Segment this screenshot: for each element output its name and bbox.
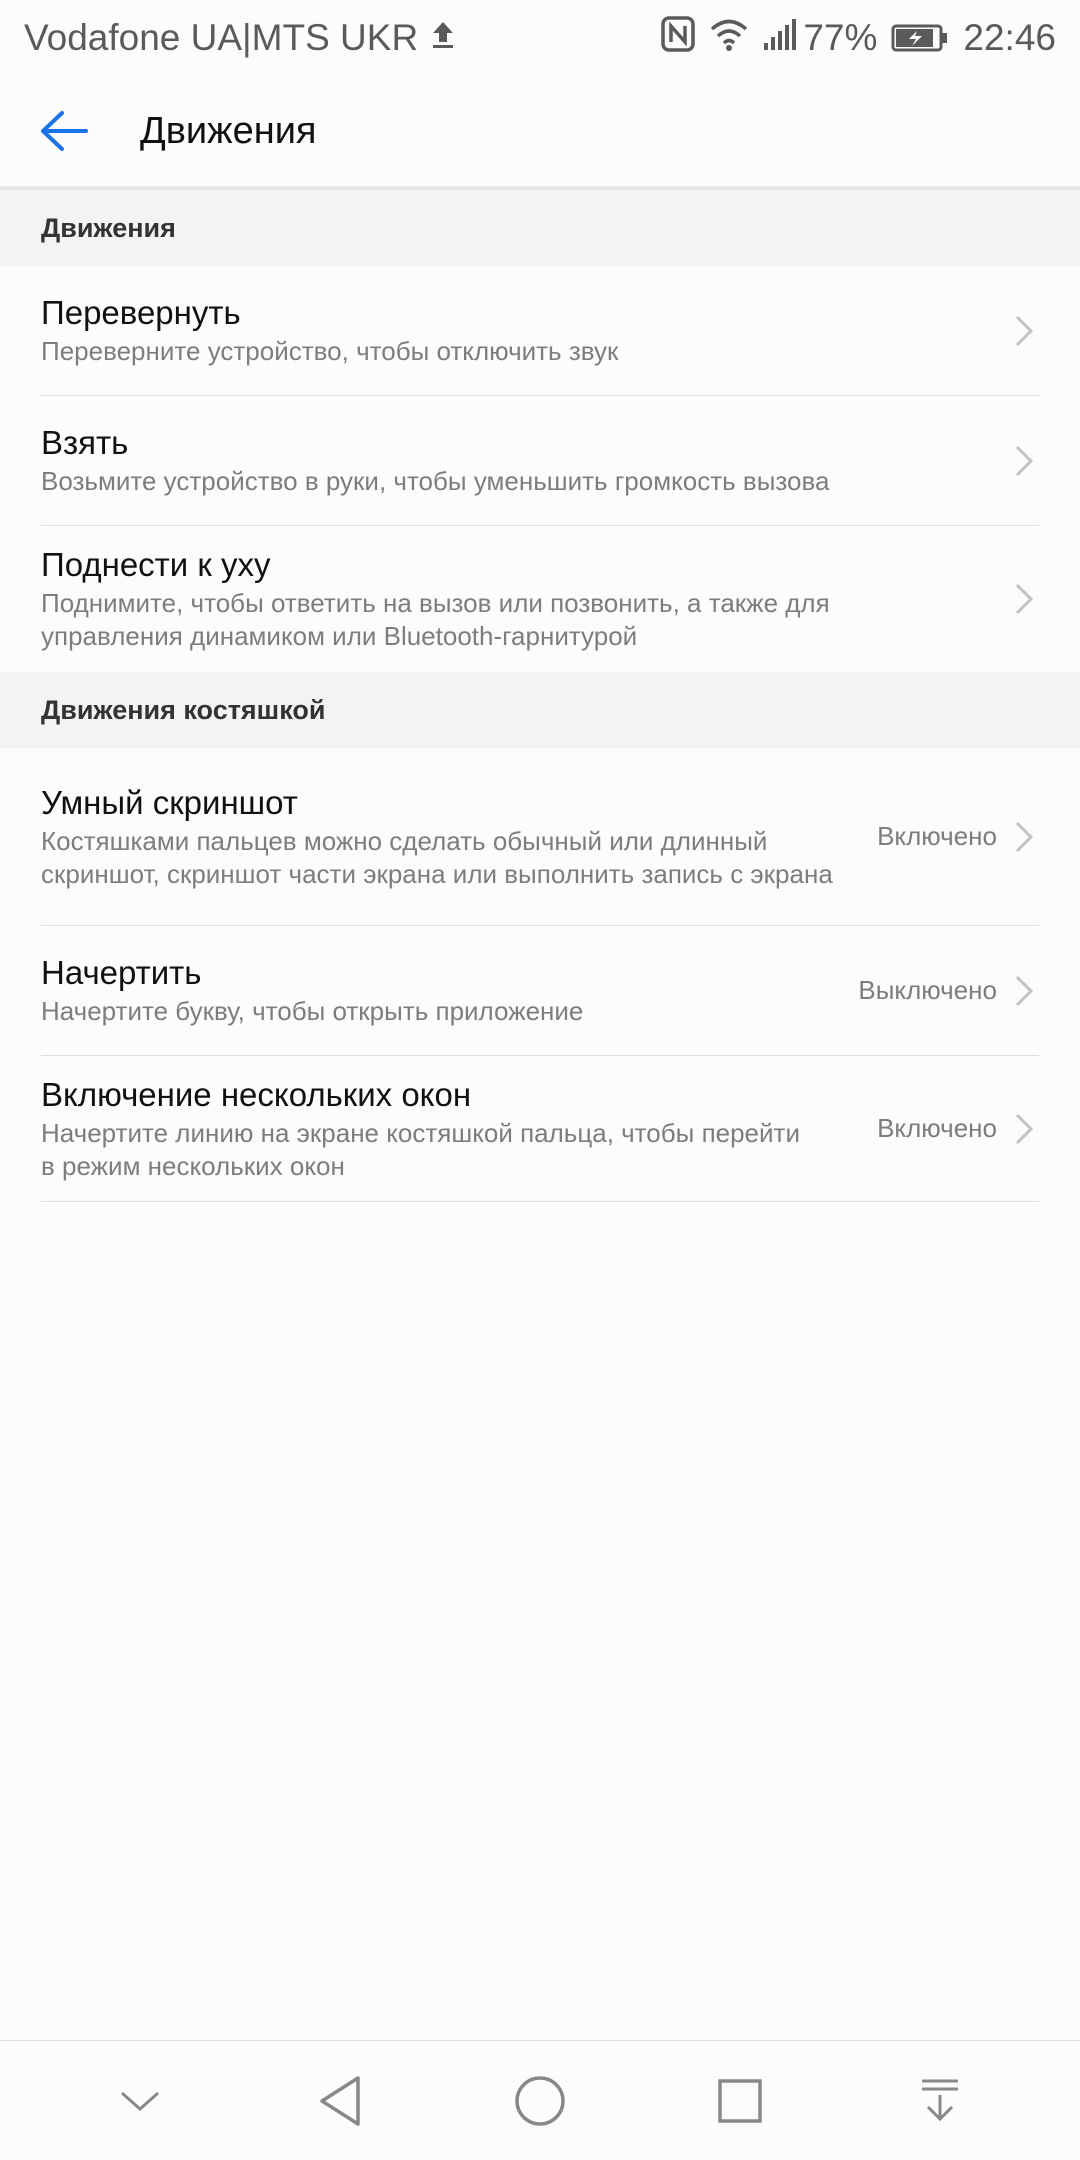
nfc-icon [661, 15, 696, 61]
nav-back-button[interactable] [295, 2056, 385, 2146]
upload-icon [430, 17, 456, 59]
status-bar-left: Vodafone UA|MTS UKR [24, 17, 456, 59]
setting-item-title: Поднести к уху [41, 546, 271, 583]
setting-item-raise-to-ear[interactable]: Поднести к уху Поднимите, чтобы ответить… [41, 526, 1039, 672]
battery-charging-icon [891, 23, 949, 53]
notification-pull-icon [922, 2079, 958, 2121]
setting-item-smart-screenshot[interactable]: Умный скриншот Костяшками пальцев можно … [41, 748, 1039, 926]
settings-list: Движения Перевернуть Переверните устройс… [0, 190, 1080, 1202]
section-header-knuckle: Движения костяшкой [0, 672, 1080, 748]
setting-item-title: Перевернуть [41, 294, 241, 331]
signal-icon [763, 17, 799, 60]
chevron-right-icon [1015, 821, 1034, 852]
chevron-right-icon [1015, 1113, 1034, 1144]
app-bar: Движения [0, 76, 1080, 190]
back-arrow-icon [41, 111, 88, 151]
status-bar-right: 77% 22:46 [647, 15, 1056, 61]
home-circle-icon [515, 2075, 565, 2126]
clock: 22:46 [963, 17, 1056, 58]
status-bar: Vodafone UA|MTS UKR 77% 22:46 [0, 0, 1080, 76]
nav-notifications-button[interactable] [895, 2056, 985, 2146]
nav-recents-button[interactable] [695, 2056, 785, 2146]
section-header-motions: Движения [0, 190, 1080, 266]
setting-item-draw[interactable]: Начертить Начертите букву, чтобы открыть… [41, 926, 1039, 1056]
wifi-icon [709, 17, 749, 60]
setting-item-title: Умный скриншот [41, 783, 298, 821]
collapse-nav-button[interactable] [95, 2056, 185, 2146]
setting-item-title: Начертить [41, 954, 202, 991]
setting-item-status: Включено [877, 821, 997, 851]
setting-item-subtitle: Начертите букву, чтобы открыть приложени… [41, 996, 584, 1026]
back-triangle-icon [320, 2075, 360, 2126]
setting-item-flip[interactable]: Перевернуть Переверните устройство, чтоб… [41, 266, 1039, 396]
battery-percent: 77% [803, 17, 878, 58]
setting-item-pick-up[interactable]: Взять Возьмите устройство в руки, чтобы … [41, 396, 1039, 526]
setting-item-subtitle: Поднимите, чтобы ответить на вызов или п… [41, 588, 830, 651]
recents-square-icon [718, 2078, 762, 2123]
chevron-right-icon [1015, 583, 1034, 615]
chevron-right-icon [1015, 315, 1034, 346]
chevron-right-icon [1015, 445, 1034, 476]
setting-item-status: Включено [877, 1113, 997, 1143]
setting-item-multi-window[interactable]: Включение нескольких окон Начертите лини… [41, 1056, 1039, 1202]
setting-item-title: Взять [41, 424, 129, 461]
carrier-name: Vodafone UA|MTS UKR [24, 17, 419, 58]
back-button[interactable] [38, 83, 134, 179]
setting-item-subtitle: Возьмите устройство в руки, чтобы уменьш… [41, 466, 830, 496]
setting-item-subtitle: Начертите линию на экране костяшкой паль… [41, 1117, 800, 1181]
collapse-chevron-icon [121, 2091, 159, 2111]
nav-home-button[interactable] [495, 2056, 585, 2146]
setting-item-title: Включение нескольких окон [41, 1075, 472, 1113]
navigation-bar [0, 2040, 1080, 2160]
page-title: Движения [140, 109, 317, 152]
setting-item-status: Выключено [858, 975, 997, 1005]
setting-item-subtitle: Костяшками пальцев можно сделать обычный… [41, 825, 833, 889]
chevron-right-icon [1015, 975, 1034, 1006]
setting-item-subtitle: Переверните устройство, чтобы отключить … [41, 336, 619, 366]
